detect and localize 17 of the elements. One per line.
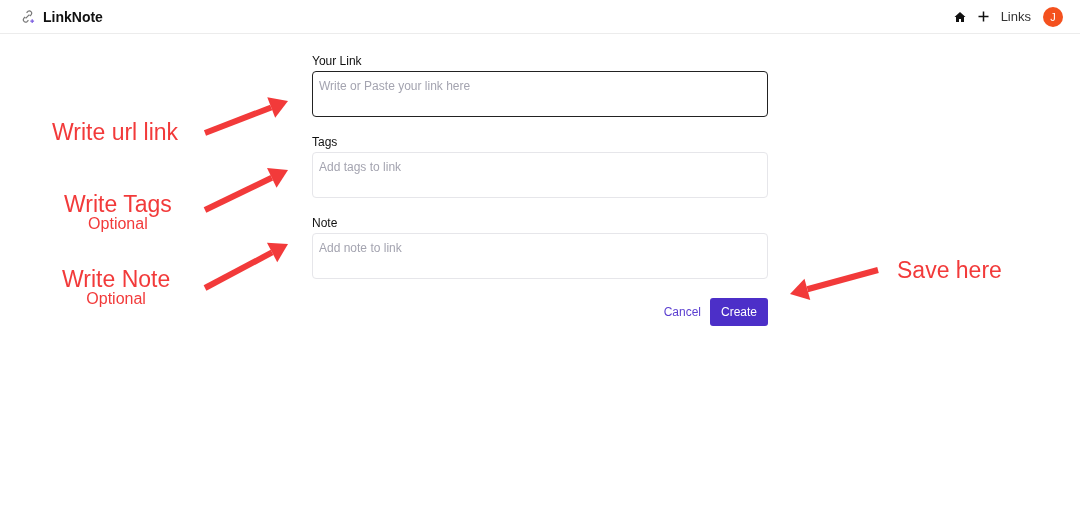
field-label: Note [312, 216, 339, 230]
annotation-text: Write Tags [64, 193, 172, 216]
annotation-text: Write url link [52, 121, 179, 144]
plus-icon[interactable] [977, 11, 989, 22]
brand-name: LinkNote [43, 8, 103, 25]
text-field[interactable]: Write or Paste your link here [312, 71, 768, 117]
annotation-subtext: Optional [86, 291, 146, 307]
create-button[interactable]: Create [710, 298, 768, 326]
annotation-subtext: Optional [88, 216, 148, 232]
links-link[interactable]: Links [1000, 9, 1031, 24]
cancel-button[interactable]: Cancel [663, 305, 701, 319]
annotation-text: Save here [897, 259, 1002, 282]
link-icon [20, 9, 35, 24]
field-label: Your Link [312, 54, 363, 68]
field-label: Tags [312, 135, 339, 149]
annotation-text: Write Note [62, 268, 171, 291]
home-icon[interactable] [953, 10, 966, 23]
